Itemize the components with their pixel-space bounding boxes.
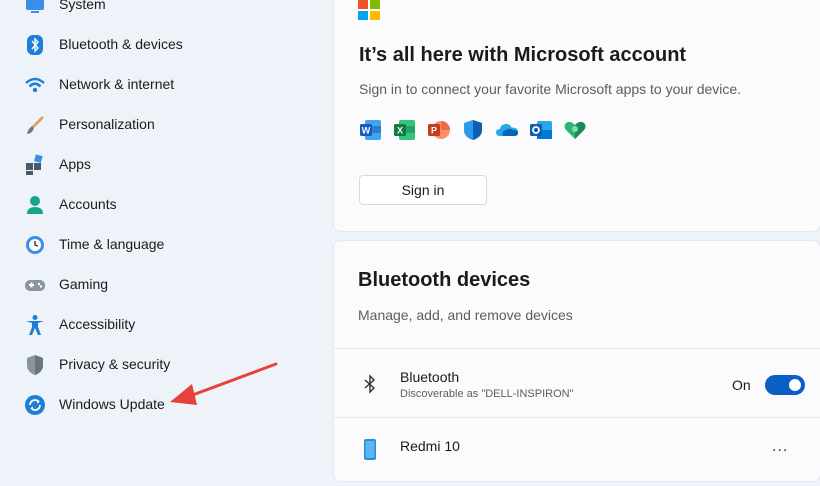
sidebar-item-label: Accounts xyxy=(59,196,117,212)
sidebar-item-windows-update[interactable]: Windows Update xyxy=(0,384,320,424)
svg-text:X: X xyxy=(397,126,403,136)
apps-icon xyxy=(24,154,46,176)
sidebar-nav: System Bluetooth & devices Network & int… xyxy=(0,0,332,461)
onedrive-icon xyxy=(495,118,519,142)
toggle-knob xyxy=(789,379,801,391)
gamepad-icon xyxy=(24,274,46,296)
sidebar-item-label: Windows Update xyxy=(59,396,165,412)
sign-in-button[interactable]: Sign in xyxy=(359,175,487,205)
microsoft-account-card: It’s all here with Microsoft account Sig… xyxy=(333,0,820,232)
bluetooth-devices-card: Bluetooth devices Manage, add, and remov… xyxy=(333,240,820,482)
shield-icon xyxy=(24,354,46,376)
sidebar-item-accounts[interactable]: Accounts xyxy=(0,184,320,224)
bluetooth-devices-icon xyxy=(24,34,46,56)
sidebar-item-apps[interactable]: Apps xyxy=(0,144,320,184)
more-options-button[interactable]: ... xyxy=(772,438,788,456)
sidebar-item-label: Network & internet xyxy=(59,76,175,92)
sidebar-item-label: Gaming xyxy=(59,276,109,292)
sidebar-item-personalization[interactable]: Personalization xyxy=(0,104,320,144)
sidebar-item-privacy-security[interactable]: Privacy & security xyxy=(0,344,320,384)
outlook-icon xyxy=(529,118,553,142)
bluetooth-icon xyxy=(359,373,381,395)
windows-update-icon xyxy=(24,394,46,416)
bluetooth-devices-title: Bluetooth devices xyxy=(358,269,531,291)
sidebar-item-label: Time & language xyxy=(59,236,165,252)
svg-text:P: P xyxy=(431,126,437,136)
svg-text:W: W xyxy=(362,126,371,136)
bluetooth-devices-subtitle: Manage, add, and remove devices xyxy=(358,307,573,323)
phone-icon xyxy=(359,438,381,460)
wifi-icon xyxy=(24,74,46,96)
bluetooth-toggle[interactable] xyxy=(765,375,805,395)
word-icon: W xyxy=(359,118,383,142)
sidebar-item-label: Privacy & security xyxy=(59,356,171,372)
device-row-redmi[interactable]: Redmi 10 ... xyxy=(334,417,820,486)
sidebar-item-label: Accessibility xyxy=(59,316,136,332)
sidebar-item-label: Bluetooth & devices xyxy=(59,36,183,52)
sidebar-item-network-internet[interactable]: Network & internet xyxy=(0,64,320,104)
sidebar-item-label: Apps xyxy=(59,156,91,172)
bluetooth-row: Bluetooth Discoverable as "DELL-INSPIRON… xyxy=(334,348,820,417)
sidebar-item-bluetooth-devices[interactable]: Bluetooth & devices xyxy=(0,24,320,64)
system-icon xyxy=(24,0,46,16)
sidebar-item-time-language[interactable]: Time & language xyxy=(0,224,320,264)
microsoft-account-subtitle: Sign in to connect your favorite Microso… xyxy=(359,81,742,97)
bluetooth-discoverable-text: Discoverable as "DELL-INSPIRON" xyxy=(400,388,574,400)
sidebar-item-gaming[interactable]: Gaming xyxy=(0,264,320,304)
sidebar-item-label: System xyxy=(59,0,106,12)
device-name: Redmi 10 xyxy=(400,438,460,454)
paintbrush-icon xyxy=(24,114,46,136)
defender-icon xyxy=(461,118,485,142)
excel-icon: X xyxy=(393,118,417,142)
microsoft-logo-icon xyxy=(358,0,380,20)
microsoft-account-title: It’s all here with Microsoft account xyxy=(359,44,687,66)
bluetooth-toggle-label: On xyxy=(732,377,751,393)
family-safety-icon xyxy=(563,118,587,142)
clock-globe-icon xyxy=(24,234,46,256)
bluetooth-row-title: Bluetooth xyxy=(400,369,460,385)
person-icon xyxy=(24,194,46,216)
sidebar-item-accessibility[interactable]: Accessibility xyxy=(0,304,320,344)
sidebar-item-system[interactable]: System xyxy=(0,0,320,24)
powerpoint-icon: P xyxy=(427,118,451,142)
sidebar-item-label: Personalization xyxy=(59,116,155,132)
accessibility-icon xyxy=(24,314,46,336)
